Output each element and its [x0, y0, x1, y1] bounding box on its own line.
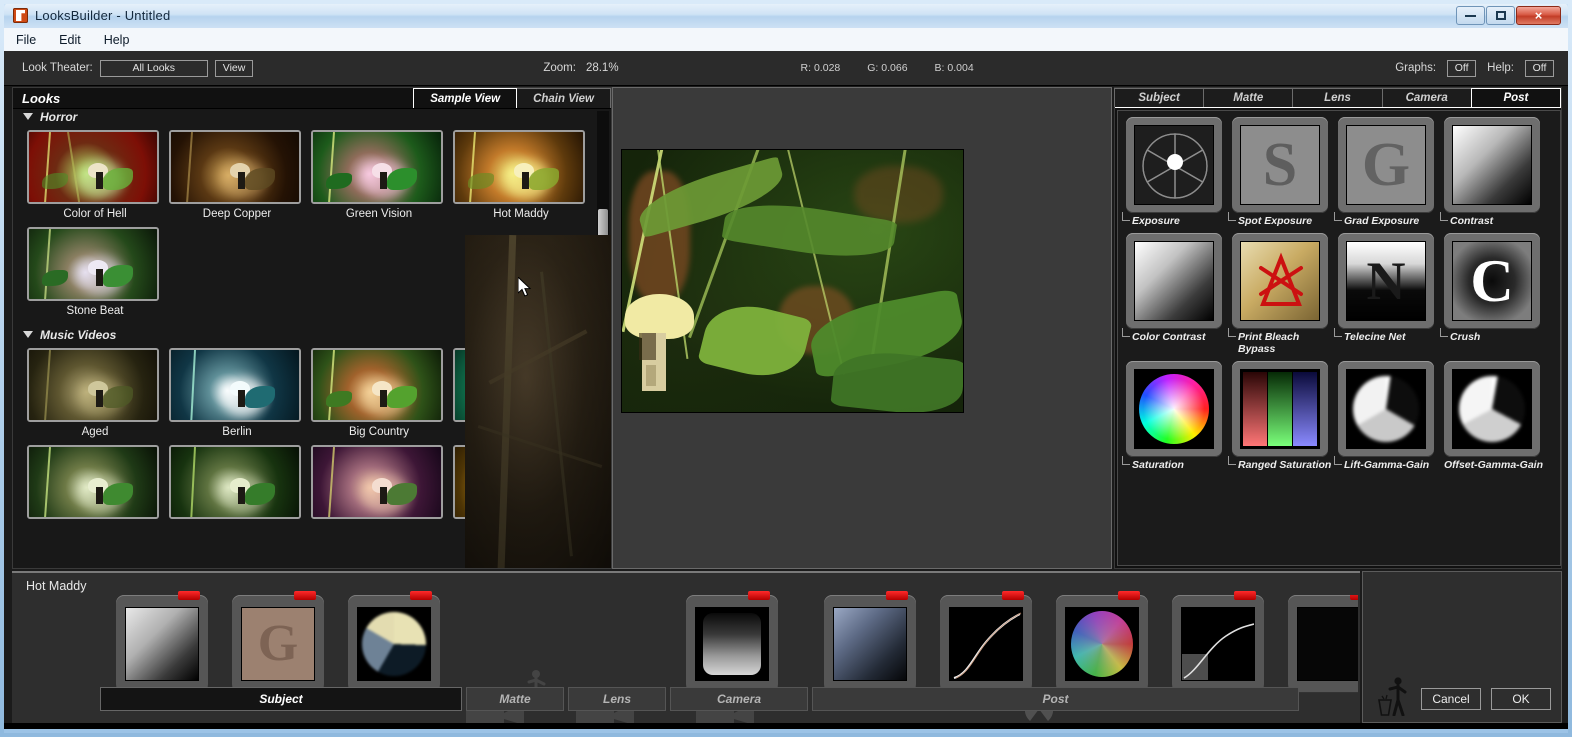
tab-sample-view[interactable]: Sample View: [413, 88, 517, 108]
window-border: [0, 0, 1572, 737]
application-window: LooksBuilder - Untitled × File Edit Help…: [0, 0, 1572, 737]
